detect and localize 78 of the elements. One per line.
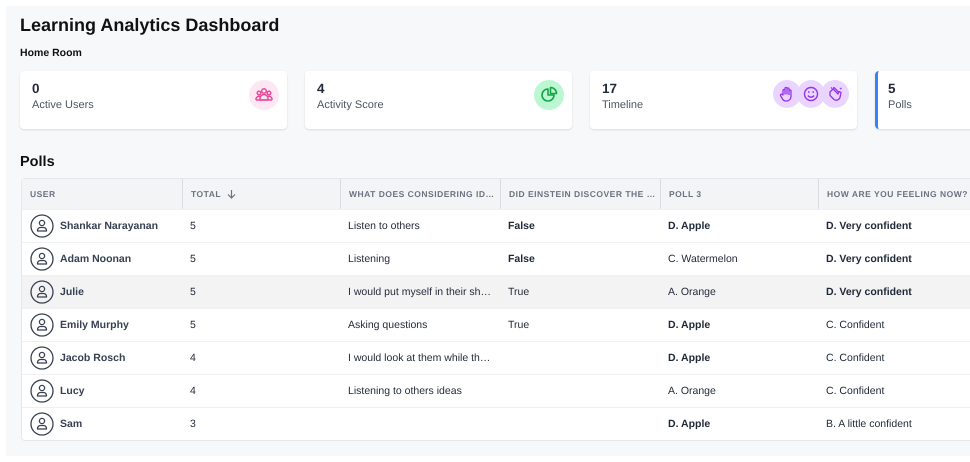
avatar-icon	[30, 280, 54, 304]
stat-value: 5	[888, 80, 897, 98]
column-header[interactable]: POLL 3	[660, 179, 818, 209]
table-cell: Asking questions	[348, 319, 428, 331]
table-cell: I would put myself in their sh…	[348, 286, 491, 298]
user-name: Jacob Rosch	[60, 352, 126, 364]
table-cell: A. Orange	[668, 286, 716, 298]
stat-label: Active Users	[32, 98, 94, 112]
table-cell: D. Very confident	[826, 220, 912, 232]
sort-down-icon	[227, 189, 236, 199]
table-cell: A. Orange	[668, 385, 716, 397]
user-name: Julie	[60, 286, 84, 298]
section-title: Polls	[20, 153, 56, 171]
table-cell: 5	[190, 220, 196, 232]
hand-icon	[773, 80, 801, 108]
stat-label: Activity Score	[317, 98, 384, 112]
table-cell: C. Confident	[826, 319, 884, 331]
stat-card[interactable]: 0 Active Users	[20, 71, 287, 129]
avatar-icon	[30, 412, 54, 436]
column-header[interactable]: USER	[22, 179, 182, 209]
pie-chart-icon	[534, 80, 564, 110]
user-name: Emily Murphy	[60, 319, 129, 331]
group-icon	[249, 80, 279, 110]
user-name: Sam	[60, 418, 82, 430]
stat-value: 17	[602, 80, 618, 98]
smiley-icon	[797, 80, 825, 108]
table-cell: Listening	[348, 253, 390, 265]
table-cell: D. Apple	[668, 418, 710, 430]
avatar-icon	[30, 313, 54, 337]
column-header[interactable]: DID EINSTEIN DISCOVER THE …	[500, 179, 660, 209]
avatar-icon	[30, 214, 54, 238]
table-cell: B. A little confident	[826, 418, 912, 430]
table-cell: 5	[190, 286, 196, 298]
stat-label: Timeline	[602, 98, 644, 112]
table-cell: C. Watermelon	[668, 253, 738, 265]
column-header[interactable]: HOW ARE YOU FEELING NOW?	[818, 179, 970, 209]
table-row[interactable]: Jacob Rosch 4 I would look at them while th… D. Apple C. Confident	[22, 341, 970, 374]
table-cell: C. Confident	[826, 352, 884, 364]
stat-card[interactable]: 4 Activity Score	[305, 71, 572, 129]
room-name: Home Room	[20, 46, 83, 60]
user-name: Adam Noonan	[60, 253, 132, 265]
table-cell: False	[508, 253, 535, 265]
avatar-icon	[30, 379, 54, 403]
user-name: Lucy	[60, 385, 85, 397]
table-cell: 3	[190, 418, 196, 430]
table-cell: 4	[190, 352, 196, 364]
stat-label: Polls	[888, 98, 912, 112]
table-row[interactable]: Julie 5 I would put myself in their sh… True A. Orange D. Very confident	[22, 275, 970, 308]
stat-value: 4	[317, 80, 326, 98]
table-row[interactable]: Emily Murphy 5 Asking questions True D. Apple C. Confident	[22, 308, 970, 341]
page-title: Learning Analytics Dashboard	[20, 14, 280, 36]
table-cell: C. Confident	[826, 385, 884, 397]
table-cell: Listen to others	[348, 220, 420, 232]
table-cell: D. Very confident	[826, 286, 912, 298]
table-cell: Listening to others ideas	[348, 385, 462, 397]
table-cell: I would look at them while th…	[348, 352, 490, 364]
stat-card[interactable]: 5 Polls	[875, 71, 970, 129]
clapping-hands-icon	[821, 80, 849, 108]
avatar-icon	[30, 346, 54, 370]
table-cell: True	[508, 319, 530, 331]
table-cell: 4	[190, 385, 196, 397]
stat-value: 0	[32, 80, 41, 98]
table-cell: False	[508, 220, 535, 232]
table-cell: 5	[190, 253, 196, 265]
table-cell: D. Apple	[668, 319, 710, 331]
column-header[interactable]: TOTAL	[182, 179, 340, 209]
column-header[interactable]: WHAT DOES CONSIDERING ID…	[340, 179, 500, 209]
table-cell: D. Apple	[668, 220, 710, 232]
stat-card[interactable]: 17 Timeline	[590, 71, 857, 129]
table-cell: 5	[190, 319, 196, 331]
table-cell: True	[508, 286, 530, 298]
user-name: Shankar Narayanan	[60, 220, 158, 232]
table-row[interactable]: Lucy 4 Listening to others ideas A. Orange C. Confident	[22, 374, 970, 407]
table-row[interactable]: Sam 3 D. Apple B. A little confident	[22, 407, 970, 440]
table-cell: D. Very confident	[826, 253, 912, 265]
table-cell: D. Apple	[668, 352, 710, 364]
avatar-icon	[30, 247, 54, 271]
table-row[interactable]: Shankar Narayanan 5 Listen to others False D. Apple D. Very confident	[22, 209, 970, 242]
